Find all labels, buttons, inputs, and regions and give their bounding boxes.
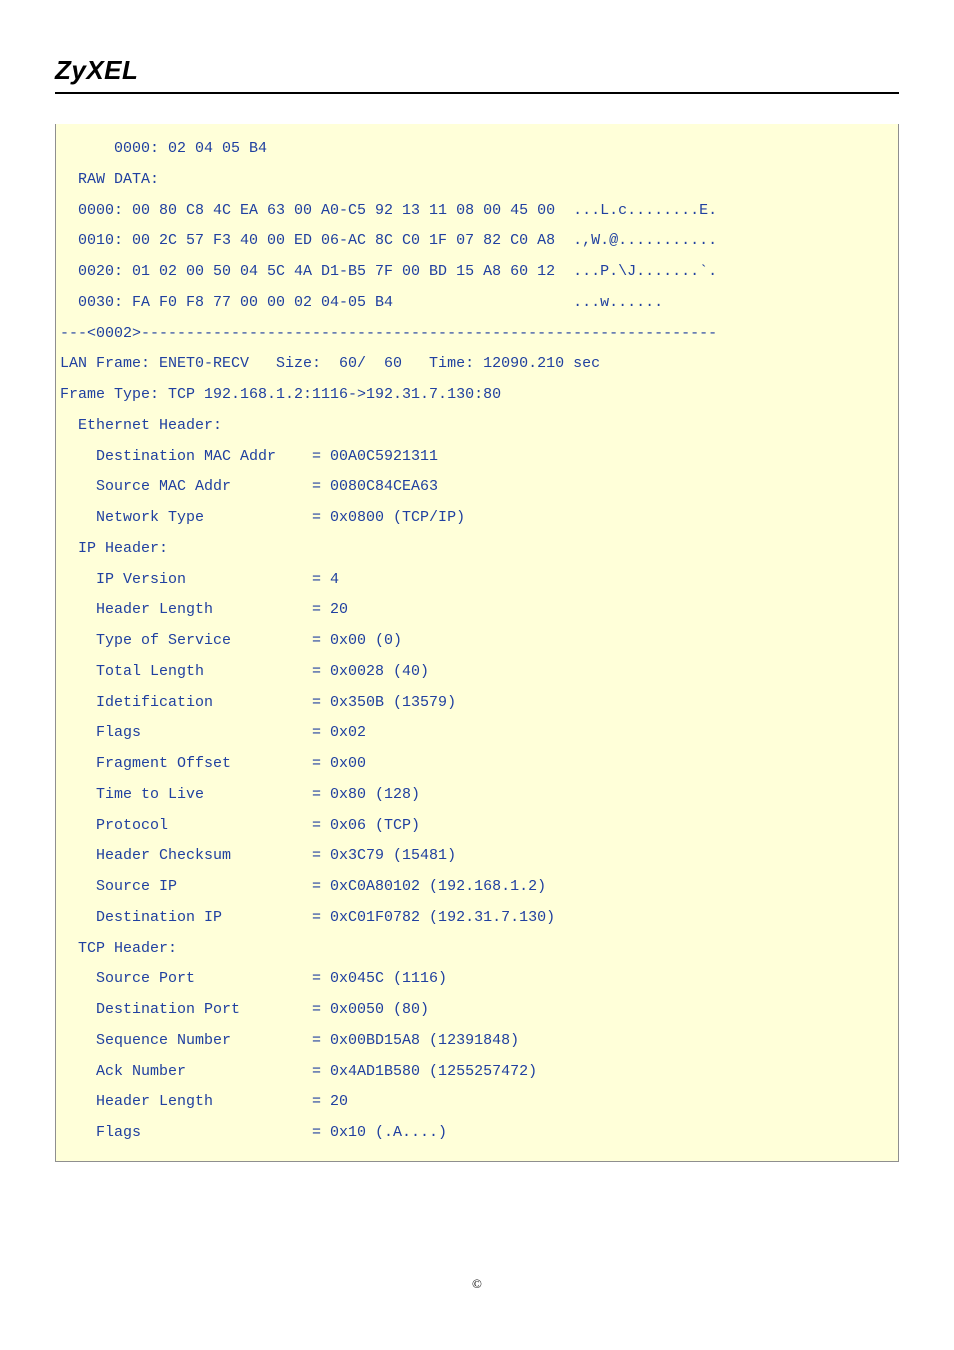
code-line: Source IP = 0xC0A80102 (192.168.1.2): [60, 872, 894, 903]
code-line: Protocol = 0x06 (TCP): [60, 811, 894, 842]
code-line: LAN Frame: ENET0-RECV Size: 60/ 60 Time:…: [60, 349, 894, 380]
logo-text: ZyXEL: [55, 55, 899, 86]
code-line: IP Header:: [60, 534, 894, 565]
code-line: Fragment Offset = 0x00: [60, 749, 894, 780]
code-line: RAW DATA:: [60, 165, 894, 196]
code-box: 0000: 02 04 05 B4 RAW DATA: 0000: 00 80 …: [55, 124, 899, 1162]
code-line: Destination MAC Addr = 00A0C5921311: [60, 442, 894, 473]
code-line: TCP Header:: [60, 934, 894, 965]
code-line: Ethernet Header:: [60, 411, 894, 442]
code-line: ---<0002>-------------------------------…: [60, 319, 894, 350]
footer-text: ©: [0, 1276, 954, 1292]
code-line: Total Length = 0x0028 (40): [60, 657, 894, 688]
code-line: IP Version = 4: [60, 565, 894, 596]
code-line: Flags = 0x02: [60, 718, 894, 749]
code-line: Idetification = 0x350B (13579): [60, 688, 894, 719]
code-line: 0000: 02 04 05 B4: [60, 134, 894, 165]
code-line: Header Checksum = 0x3C79 (15481): [60, 841, 894, 872]
code-line: Header Length = 20: [60, 595, 894, 626]
code-line: Source Port = 0x045C (1116): [60, 964, 894, 995]
code-line: Ack Number = 0x4AD1B580 (1255257472): [60, 1057, 894, 1088]
header-rule: [55, 92, 899, 94]
code-line: 0020: 01 02 00 50 04 5C 4A D1-B5 7F 00 B…: [60, 257, 894, 288]
page: ZyXEL 0000: 02 04 05 B4 RAW DATA: 0000: …: [0, 0, 954, 1350]
code-line: Source MAC Addr = 0080C84CEA63: [60, 472, 894, 503]
code-line: Destination IP = 0xC01F0782 (192.31.7.13…: [60, 903, 894, 934]
code-line: 0000: 00 80 C8 4C EA 63 00 A0-C5 92 13 1…: [60, 196, 894, 227]
code-line: Frame Type: TCP 192.168.1.2:1116->192.31…: [60, 380, 894, 411]
code-line: Type of Service = 0x00 (0): [60, 626, 894, 657]
page-header: ZyXEL: [0, 0, 954, 94]
code-line: 0030: FA F0 F8 77 00 00 02 04-05 B4 ...w…: [60, 288, 894, 319]
code-line: 0010: 00 2C 57 F3 40 00 ED 06-AC 8C C0 1…: [60, 226, 894, 257]
code-line: Destination Port = 0x0050 (80): [60, 995, 894, 1026]
code-line: Network Type = 0x0800 (TCP/IP): [60, 503, 894, 534]
code-line: Sequence Number = 0x00BD15A8 (12391848): [60, 1026, 894, 1057]
code-line: Flags = 0x10 (.A....): [60, 1118, 894, 1149]
code-line: Header Length = 20: [60, 1087, 894, 1118]
code-line: Time to Live = 0x80 (128): [60, 780, 894, 811]
